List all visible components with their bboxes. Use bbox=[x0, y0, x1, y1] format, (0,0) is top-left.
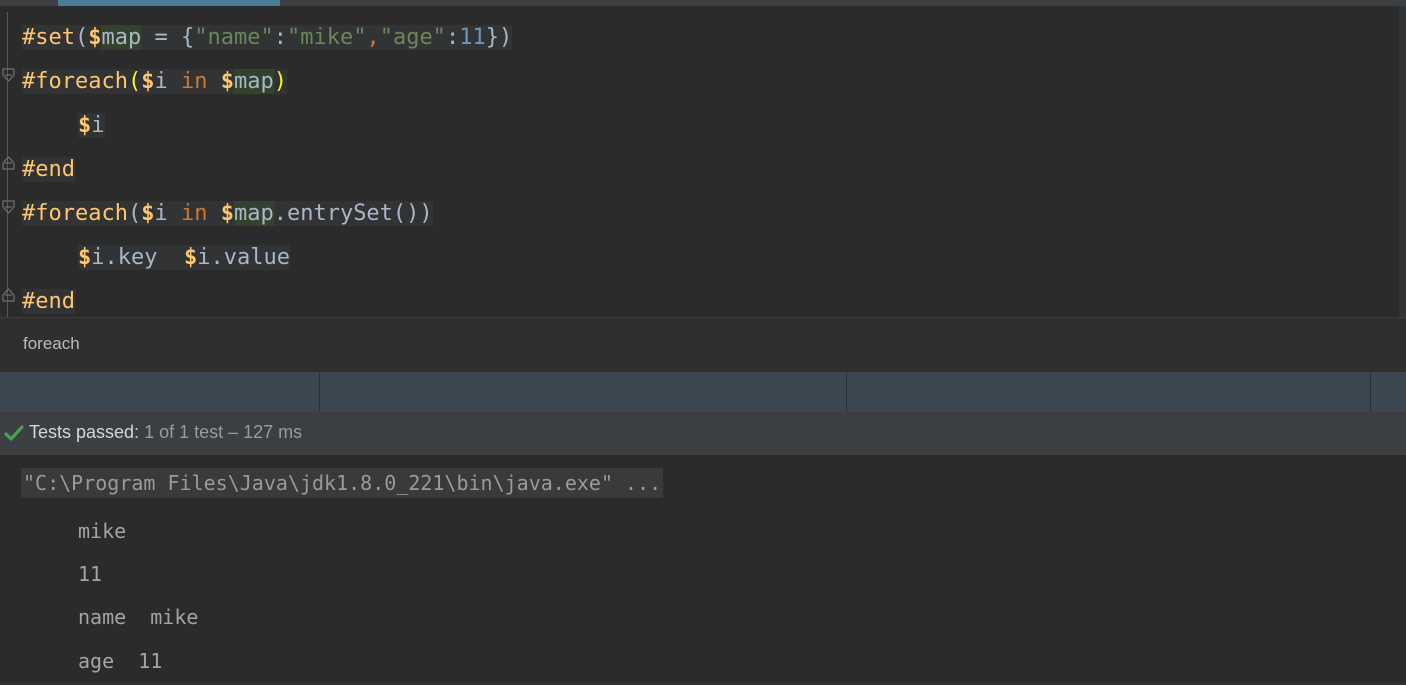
code-token: $ bbox=[183, 245, 198, 270]
fold-collapse-up-icon[interactable] bbox=[1, 288, 16, 303]
code-token: ) bbox=[498, 25, 513, 50]
editor-right-strip bbox=[1399, 6, 1406, 317]
console-output-line: 11 bbox=[78, 562, 103, 586]
strip-divider bbox=[846, 372, 847, 412]
fold-collapse-down-icon[interactable] bbox=[1, 68, 16, 83]
breadcrumb-label: foreach bbox=[23, 334, 80, 353]
code-token: i bbox=[91, 113, 105, 138]
code-token: #foreach bbox=[22, 69, 128, 94]
code-token: "mike" bbox=[286, 25, 367, 50]
code-token: #end bbox=[22, 157, 75, 182]
code-token: #foreach bbox=[22, 201, 128, 226]
code-token: $ bbox=[88, 25, 102, 50]
fold-collapse-up-icon[interactable] bbox=[1, 156, 16, 171]
code-token: : bbox=[445, 25, 460, 50]
code-token: $ bbox=[141, 69, 155, 94]
line-foreach-1: #foreach($i in $map) bbox=[22, 60, 287, 104]
test-status-duration: 127 ms bbox=[238, 422, 303, 442]
code-token: in bbox=[180, 69, 208, 94]
code-token: : bbox=[273, 25, 287, 50]
code-token: ( bbox=[74, 25, 89, 50]
tool-window-strip[interactable] bbox=[0, 372, 1406, 412]
code-token: $ bbox=[220, 69, 234, 94]
code-token: , bbox=[366, 25, 380, 50]
line-end-1: #end bbox=[22, 148, 75, 192]
code-token: ) bbox=[273, 69, 287, 94]
code-token: #end bbox=[22, 289, 75, 314]
test-status-label: Tests passed: bbox=[29, 422, 140, 442]
line-token-background: #end bbox=[22, 289, 75, 314]
code-token: map bbox=[233, 201, 274, 226]
code-token: 11 bbox=[459, 25, 486, 50]
line-set: #set($map = {"name":"mike","age":11}) bbox=[22, 16, 513, 60]
console-output-line: name mike bbox=[78, 605, 199, 629]
code-token: ( bbox=[127, 69, 142, 94]
code-token: ( bbox=[127, 201, 142, 226]
line-token-background: #end bbox=[22, 157, 75, 182]
console-output-line: mike bbox=[78, 519, 127, 543]
strip-divider bbox=[319, 372, 320, 412]
code-token: $ bbox=[78, 245, 92, 270]
code-token: map bbox=[233, 69, 274, 94]
line-body-2: $i.key $i.value bbox=[78, 236, 290, 280]
code-token: $ bbox=[78, 113, 92, 138]
code-editor[interactable]: #set($map = {"name":"mike","age":11}) #fo… bbox=[0, 6, 1406, 317]
strip-divider bbox=[1370, 372, 1371, 412]
console-command-line: "C:\Program Files\Java\jdk1.8.0_221\bin\… bbox=[21, 468, 664, 498]
test-status-count: 1 of 1 test bbox=[139, 422, 229, 442]
code-token: } bbox=[485, 25, 499, 50]
line-token-background: $i.key $i.value bbox=[78, 245, 290, 270]
code-token: map bbox=[101, 25, 142, 50]
breadcrumb-bar[interactable]: foreach bbox=[0, 317, 1406, 373]
line-token-background: #set($map = {"name":"mike","age":11}) bbox=[22, 25, 513, 50]
fold-collapse-down-icon[interactable] bbox=[1, 200, 16, 215]
code-token: { bbox=[180, 25, 195, 50]
code-token: "name" bbox=[194, 25, 274, 50]
run-console[interactable]: "C:\Program Files\Java\jdk1.8.0_221\bin\… bbox=[0, 455, 1406, 685]
code-token: ) bbox=[419, 201, 433, 226]
test-status-text: Tests passed: 1 of 1 test – 127 ms bbox=[29, 422, 302, 443]
line-token-background: $i bbox=[78, 113, 105, 138]
code-token: .entrySet() bbox=[273, 201, 420, 226]
code-token: in bbox=[180, 201, 208, 226]
code-token: i bbox=[154, 69, 168, 94]
code-token: i.key bbox=[91, 245, 158, 270]
line-token-background: #foreach($i in $map) bbox=[22, 69, 287, 94]
code-token: i.value bbox=[197, 245, 290, 270]
ide-window: #set($map = {"name":"mike","age":11}) #fo… bbox=[0, 0, 1406, 685]
checkmark-icon bbox=[4, 425, 24, 441]
code-token: #set bbox=[22, 25, 75, 50]
line-body-1: $i bbox=[78, 104, 105, 148]
code-token: "age" bbox=[379, 25, 446, 50]
console-output-line: age 11 bbox=[78, 649, 163, 673]
test-status-separator: – bbox=[228, 422, 239, 442]
code-token: = bbox=[141, 25, 181, 50]
code-token: $ bbox=[141, 201, 155, 226]
code-token: i bbox=[154, 201, 168, 226]
line-token-background: #foreach($i in $map.entrySet()) bbox=[22, 201, 433, 226]
line-foreach-2: #foreach($i in $map.entrySet()) bbox=[22, 192, 433, 236]
code-token: $ bbox=[220, 201, 234, 226]
